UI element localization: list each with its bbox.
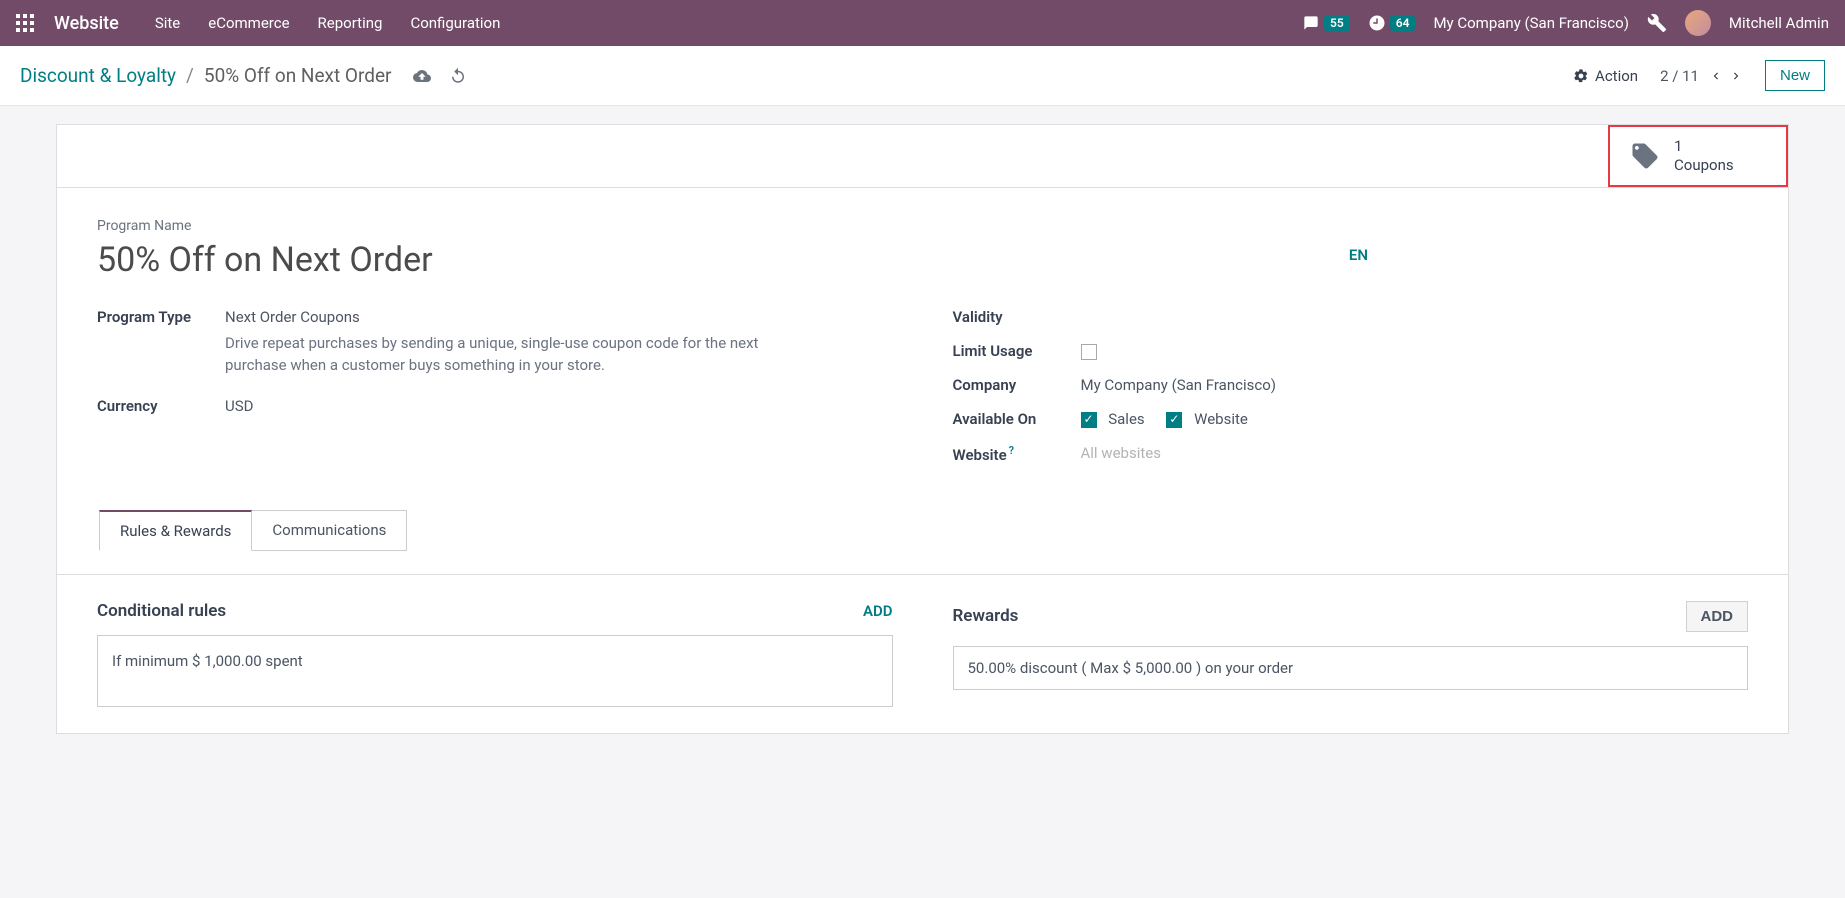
messages-indicator[interactable]: 55 bbox=[1302, 15, 1350, 31]
tab-rules-rewards[interactable]: Rules & Rewards bbox=[99, 510, 252, 551]
company-selector[interactable]: My Company (San Francisco) bbox=[1433, 14, 1628, 32]
validity-label: Validity bbox=[953, 308, 1081, 326]
website-available-label: Website bbox=[1194, 410, 1248, 428]
user-menu[interactable]: Mitchell Admin bbox=[1729, 14, 1829, 32]
tools-icon[interactable] bbox=[1647, 13, 1667, 33]
currency-value[interactable]: USD bbox=[225, 397, 253, 415]
pager: 2 / 11 bbox=[1660, 67, 1743, 85]
website-label: Website? bbox=[953, 444, 1081, 464]
program-type-label: Program Type bbox=[97, 308, 225, 326]
rule-item[interactable]: If minimum $ 1,000.00 spent bbox=[97, 635, 893, 707]
tab-communications[interactable]: Communications bbox=[252, 510, 407, 551]
sales-checkbox[interactable] bbox=[1081, 412, 1097, 428]
cloud-save-icon[interactable] bbox=[413, 67, 431, 85]
program-name-label: Program Name bbox=[97, 218, 1748, 234]
website-field[interactable]: All websites bbox=[1081, 444, 1161, 462]
reward-item[interactable]: 50.00% discount ( Max $ 5,000.00 ) on yo… bbox=[953, 646, 1749, 690]
clock-icon bbox=[1368, 14, 1386, 32]
website-checkbox[interactable] bbox=[1166, 412, 1182, 428]
breadcrumb-root[interactable]: Discount & Loyalty bbox=[20, 64, 176, 87]
gear-icon bbox=[1573, 68, 1589, 84]
activity-badge: 64 bbox=[1390, 15, 1416, 31]
action-button[interactable]: Action bbox=[1573, 67, 1638, 85]
navbar: Website Site eCommerce Reporting Configu… bbox=[0, 0, 1845, 46]
nav-reporting[interactable]: Reporting bbox=[318, 14, 383, 32]
breadcrumb-sep: / bbox=[186, 64, 194, 87]
rewards-title: Rewards bbox=[953, 606, 1019, 626]
add-rule-button[interactable]: ADD bbox=[863, 602, 893, 620]
coupons-count: 1 bbox=[1674, 137, 1734, 156]
nav-menu: Site eCommerce Reporting Configuration bbox=[155, 14, 501, 32]
available-on-label: Available On bbox=[953, 410, 1081, 428]
currency-label: Currency bbox=[97, 397, 225, 415]
program-type-value[interactable]: Next Order Coupons bbox=[225, 308, 360, 326]
limit-usage-checkbox[interactable] bbox=[1081, 344, 1097, 360]
program-type-desc: Drive repeat purchases by sending a uniq… bbox=[225, 332, 785, 377]
tag-icon bbox=[1630, 141, 1660, 171]
tabs: Rules & Rewards Communications bbox=[99, 510, 1748, 551]
limit-usage-label: Limit Usage bbox=[953, 342, 1081, 360]
brand[interactable]: Website bbox=[54, 13, 119, 34]
discard-icon[interactable] bbox=[449, 67, 467, 85]
messages-badge: 55 bbox=[1324, 15, 1350, 31]
program-name-input[interactable]: 50% Off on Next Order bbox=[97, 240, 1349, 280]
breadcrumb-current: 50% Off on Next Order bbox=[204, 64, 392, 87]
company-value[interactable]: My Company (San Francisco) bbox=[1081, 376, 1276, 394]
apps-icon[interactable] bbox=[16, 14, 34, 32]
add-reward-button[interactable]: ADD bbox=[1686, 601, 1749, 632]
nav-site[interactable]: Site bbox=[155, 14, 180, 32]
company-label: Company bbox=[953, 376, 1081, 394]
breadcrumb: Discount & Loyalty / 50% Off on Next Ord… bbox=[20, 64, 467, 87]
avatar[interactable] bbox=[1685, 10, 1711, 36]
chat-icon bbox=[1302, 15, 1320, 31]
action-label: Action bbox=[1595, 67, 1638, 85]
chevron-left-icon[interactable] bbox=[1709, 69, 1723, 83]
pager-text: 2 / 11 bbox=[1660, 67, 1699, 85]
coupons-stat-button[interactable]: 1 Coupons bbox=[1608, 125, 1788, 187]
activity-indicator[interactable]: 64 bbox=[1368, 14, 1416, 32]
nav-ecommerce[interactable]: eCommerce bbox=[208, 14, 289, 32]
form-card: 1 Coupons Program Name 50% Off on Next O… bbox=[56, 124, 1789, 734]
new-button[interactable]: New bbox=[1765, 60, 1825, 91]
help-icon[interactable]: ? bbox=[1009, 444, 1014, 457]
conditional-rules-title: Conditional rules bbox=[97, 601, 226, 621]
language-badge[interactable]: EN bbox=[1349, 246, 1368, 264]
control-bar: Discount & Loyalty / 50% Off on Next Ord… bbox=[0, 46, 1845, 106]
sales-label: Sales bbox=[1108, 410, 1144, 428]
chevron-right-icon[interactable] bbox=[1729, 69, 1743, 83]
nav-configuration[interactable]: Configuration bbox=[410, 14, 500, 32]
coupons-label: Coupons bbox=[1674, 156, 1734, 175]
